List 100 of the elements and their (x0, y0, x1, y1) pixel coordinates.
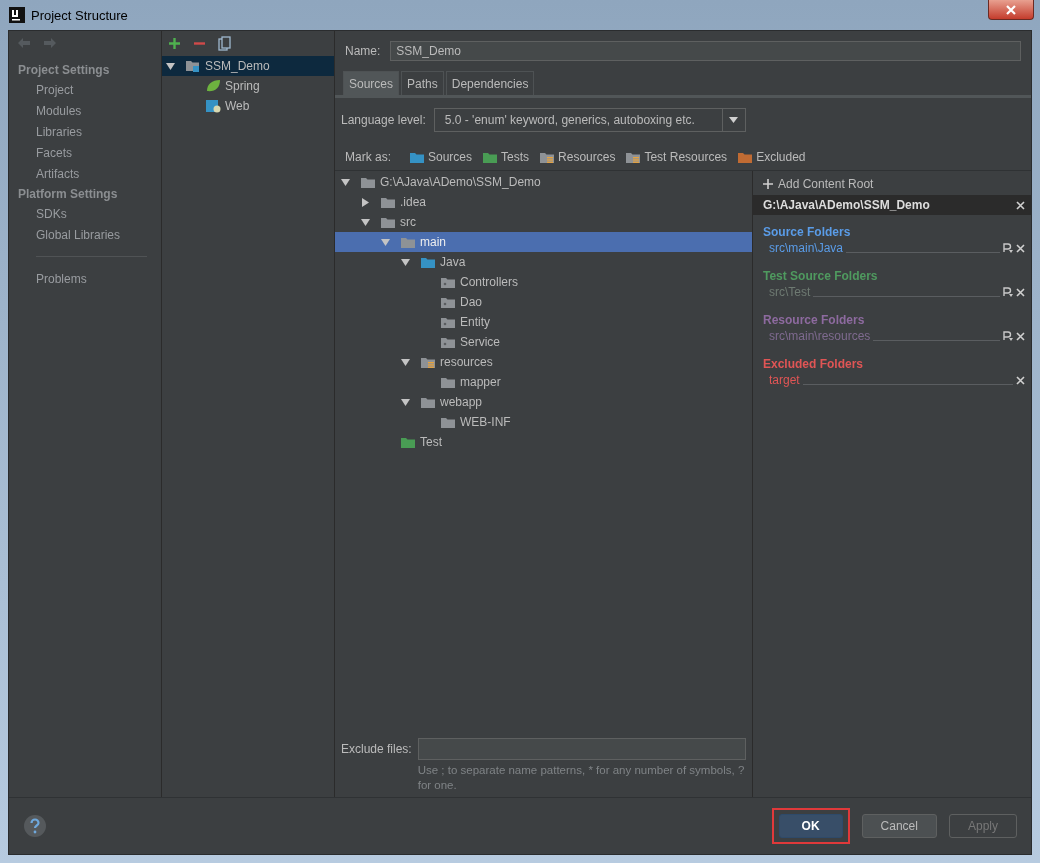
folder-name: mapper (460, 375, 501, 389)
package-prefix-icon[interactable] (1003, 243, 1013, 253)
exclude-files-label: Exclude files: (341, 741, 412, 758)
tree-row[interactable]: Java (335, 252, 752, 272)
close-button[interactable] (988, 0, 1034, 20)
window-title: Project Structure (31, 7, 128, 23)
folder-name: webapp (440, 395, 483, 409)
folder-icon (400, 235, 416, 249)
dialog-button[interactable]: OK (778, 814, 843, 838)
close-icon[interactable] (1016, 200, 1025, 210)
mark-as-button[interactable]: Test Resources (625, 150, 728, 164)
expanded-arrow-icon[interactable] (166, 61, 175, 71)
tree-row[interactable]: webapp (335, 392, 752, 412)
folder-path: src\Test (769, 285, 811, 299)
folder-icon (440, 375, 456, 389)
package-folder-icon (440, 295, 456, 309)
tree-row[interactable]: Controllers (335, 272, 752, 292)
tree-row[interactable]: main (335, 232, 752, 252)
tree-row[interactable]: mapper (335, 372, 752, 392)
remove-icon[interactable] (1016, 243, 1025, 253)
language-level-dropdown[interactable]: 5.0 - 'enum' keyword, generics, autoboxing etc. (433, 108, 746, 132)
add-icon[interactable] (168, 37, 181, 50)
folder-icon (482, 150, 499, 164)
folder-icon (625, 150, 642, 164)
section-heading: Project Settings (17, 62, 111, 79)
sidebar-item[interactable]: Problems (9, 269, 161, 290)
expanded-arrow-icon[interactable] (361, 217, 370, 227)
sidebar-item[interactable]: Project (9, 80, 161, 101)
plus-icon (763, 179, 773, 189)
folder-icon (400, 435, 416, 449)
folder-group-title: Excluded Folders (762, 356, 865, 371)
module-tree-row[interactable]: Web (162, 96, 334, 116)
folder-name: Controllers (460, 275, 519, 289)
folder-icon (380, 195, 396, 209)
tree-row[interactable]: Dao (335, 292, 752, 312)
tree-row[interactable]: Entity (335, 312, 752, 332)
package-prefix-icon[interactable] (1003, 331, 1013, 341)
tree-row[interactable]: .idea (335, 192, 752, 212)
module-name: Web (225, 99, 250, 113)
folder-name: resources (440, 355, 493, 369)
name-label: Name: (345, 44, 381, 58)
folder-icon (420, 395, 436, 409)
expanded-arrow-icon[interactable] (341, 177, 350, 187)
tab[interactable]: Paths (401, 71, 444, 95)
folder-name: Service (460, 335, 500, 349)
folder-icon (409, 150, 425, 164)
folder-group-title: Resource Folders (762, 312, 866, 327)
package-prefix-icon[interactable] (1003, 287, 1013, 297)
name-field[interactable]: SSM_Demo (390, 41, 1021, 61)
folder-group-title: Source Folders (762, 224, 852, 239)
exclude-files-field[interactable] (417, 738, 746, 760)
folder-icon (380, 215, 396, 229)
add-content-root-button[interactable]: Add Content Root (753, 177, 1031, 195)
folder-name: Test (420, 435, 442, 449)
tree-row[interactable]: Test (335, 432, 752, 452)
folder-name: Java (440, 255, 466, 269)
sidebar-item[interactable]: Facets (9, 143, 161, 164)
folder-name: main (420, 235, 446, 249)
tree-row[interactable]: Service (335, 332, 752, 352)
app-icon (9, 7, 25, 23)
collapsed-arrow-icon[interactable] (361, 197, 370, 207)
folder-icon (420, 255, 436, 269)
tree-row[interactable]: src (335, 212, 752, 232)
sidebar-item[interactable]: Libraries (9, 122, 161, 143)
remove-icon[interactable] (1016, 287, 1025, 297)
mark-as-button[interactable]: Sources (409, 150, 473, 164)
help-icon[interactable] (23, 814, 47, 838)
tree-row[interactable]: WEB-INF (335, 412, 752, 432)
sidebar-item[interactable]: SDKs (9, 204, 161, 225)
mark-as-button[interactable]: Resources (539, 150, 616, 164)
folder-name: WEB-INF (460, 415, 511, 429)
close-icon (1005, 4, 1017, 15)
sidebar-item[interactable]: Modules (9, 101, 161, 122)
dialog-button[interactable]: Cancel (861, 814, 937, 838)
module-tree-row[interactable]: Spring (162, 76, 334, 96)
remove-icon[interactable] (1016, 375, 1025, 385)
expanded-arrow-icon[interactable] (401, 257, 410, 267)
expanded-arrow-icon[interactable] (401, 357, 410, 367)
expanded-arrow-icon[interactable] (401, 397, 410, 407)
tree-row[interactable]: G:\AJava\ADemo\SSM_Demo (335, 172, 752, 192)
copy-icon[interactable] (218, 36, 231, 51)
content-root-path: G:\AJava\ADemo\SSM_Demo (763, 198, 930, 212)
mark-as-button[interactable]: Excluded (737, 150, 806, 164)
section-heading: Platform Settings (17, 186, 119, 203)
package-folder-icon (440, 335, 456, 349)
sidebar-item[interactable]: Artifacts (9, 164, 161, 185)
module-icon (185, 59, 201, 73)
dropdown-arrow-icon (729, 116, 739, 124)
tab[interactable]: Sources (343, 71, 400, 95)
tree-row[interactable]: resources (335, 352, 752, 372)
module-tree-row[interactable]: SSM_Demo (162, 56, 334, 76)
folder-icon (440, 415, 456, 429)
tab[interactable]: Dependencies (445, 71, 535, 95)
folder-path: src\main\Java (769, 241, 844, 255)
sidebar-item[interactable]: Global Libraries (9, 225, 161, 246)
mark-as-button[interactable]: Tests (482, 150, 530, 164)
remove-icon[interactable] (1016, 331, 1025, 341)
folder-group-title: Test Source Folders (762, 268, 879, 283)
mark-as-label: Mark as: (345, 150, 391, 164)
module-name: SSM_Demo (205, 59, 270, 73)
